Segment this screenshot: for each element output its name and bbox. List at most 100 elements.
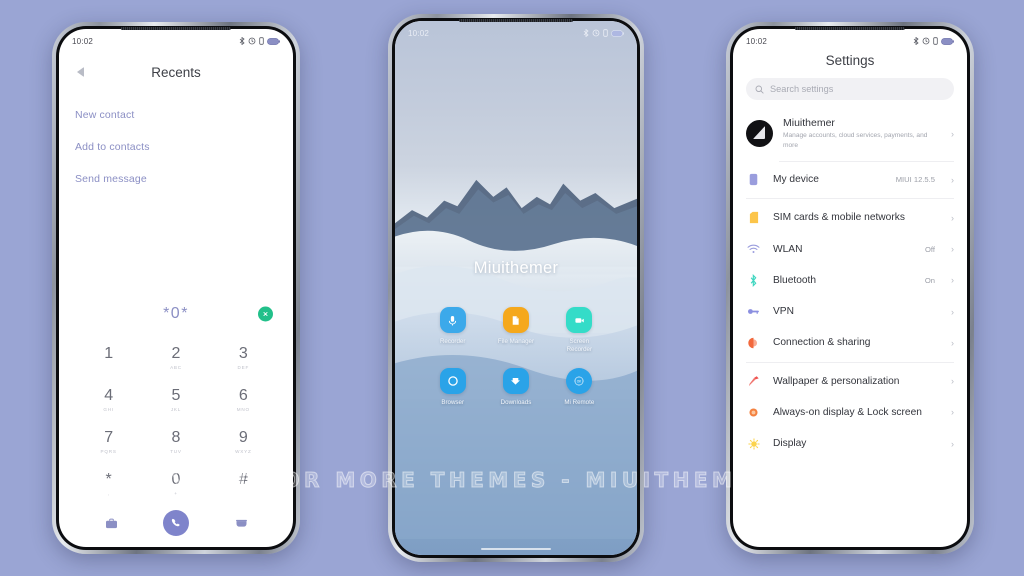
settings-row-label: Wallpaper & personalization — [773, 375, 900, 387]
wallpaper-label: Miuithemer — [473, 259, 559, 277]
dialpad-key-9[interactable]: 9 WXYZ — [210, 421, 277, 463]
settings-row-bluetooth[interactable]: Bluetooth On › — [733, 265, 967, 296]
status-icons — [239, 37, 280, 45]
settings-row-wallpaper[interactable]: Wallpaper & personalization › — [733, 366, 967, 397]
settings-row-label: WLAN — [773, 243, 803, 255]
dialpad-key-8[interactable]: 8 TUV — [142, 421, 209, 463]
app-screen-recorder[interactable]: Screen Recorder — [548, 307, 611, 354]
wifi-icon — [746, 244, 761, 254]
chevron-right-icon: › — [951, 337, 954, 348]
account-row[interactable]: Miuithemer Manage accounts, cloud servic… — [733, 108, 967, 159]
aod-lock-icon — [746, 407, 761, 418]
app-mi-remote[interactable]: OK Mi Remote — [548, 368, 611, 407]
key-digit: 2 — [171, 344, 181, 362]
svg-text:OK: OK — [577, 380, 582, 384]
keypad-toggle-icon[interactable] — [233, 515, 249, 531]
key-digit: 9 — [238, 428, 248, 446]
earpiece-grille — [120, 27, 232, 30]
status-time: 10:02 — [746, 36, 768, 46]
app-recorder[interactable]: Recorder — [421, 307, 484, 354]
settings-row-label: SIM cards & mobile networks — [773, 212, 905, 224]
settings-row-wlan[interactable]: WLAN Off › — [733, 234, 967, 265]
app-file-manager[interactable]: File Manager — [484, 307, 547, 354]
settings-row-display[interactable]: Display › — [733, 428, 967, 459]
sim-card-icon — [746, 211, 761, 224]
app-grid: Recorder File Manager Screen Recorder Br… — [395, 307, 637, 408]
chevron-right-icon: › — [951, 275, 954, 286]
action-new-contact[interactable]: New contact — [59, 99, 293, 131]
settings-row-label: My device — [773, 174, 819, 186]
status-icons — [913, 37, 954, 45]
dialer-bottom-bar — [59, 505, 293, 547]
account-subtitle: Manage accounts, cloud services, payment… — [783, 132, 928, 149]
call-button[interactable] — [163, 510, 189, 536]
key-digit: 6 — [238, 386, 248, 404]
chevron-right-icon: › — [951, 438, 954, 449]
battery-icon — [611, 29, 624, 37]
downloads-icon — [502, 368, 529, 395]
bluetooth-icon — [913, 37, 919, 45]
vibrate-icon — [933, 37, 938, 45]
dialpad-key-3[interactable]: 3 DEF — [210, 337, 277, 379]
dialer-screen: 10:02 Recents New contact Add to contact… — [59, 29, 293, 547]
app-browser[interactable]: Browser — [421, 368, 484, 407]
dialpad-key-star[interactable]: *, — [75, 463, 142, 505]
app-label: Browser — [441, 399, 465, 407]
key-letters: JKL — [170, 406, 182, 412]
vibrate-icon — [603, 29, 608, 37]
dialpad-key-4[interactable]: 4 GHI — [75, 379, 142, 421]
key-letters: WXYZ — [235, 448, 252, 454]
settings-row-sim-cards[interactable]: SIM cards & mobile networks › — [733, 202, 967, 233]
status-bar: 10:02 — [395, 21, 637, 41]
dialpad-key-hash[interactable]: # — [210, 463, 277, 505]
key-digit: 3 — [238, 344, 248, 362]
chevron-right-icon: › — [951, 244, 954, 255]
vibrate-icon — [259, 37, 264, 45]
app-label: Mi Remote — [564, 399, 595, 407]
chevron-right-icon: › — [951, 407, 954, 418]
contacts-icon[interactable] — [103, 515, 119, 531]
mi-remote-icon: OK — [566, 368, 593, 395]
phone-bezel: 10:02 Miuithemer Recorder File Manager S… — [392, 18, 640, 558]
key-digit: 5 — [171, 386, 181, 404]
settings-row-connection-sharing[interactable]: Connection & sharing › — [733, 327, 967, 358]
chevron-right-icon: › — [951, 128, 954, 139]
dialpad-key-2[interactable]: 2 ABC — [142, 337, 209, 379]
back-arrow-icon[interactable] — [73, 65, 87, 79]
dialpad-key-6[interactable]: 6 MNO — [210, 379, 277, 421]
settings-row-label: Bluetooth — [773, 274, 817, 286]
wallpaper — [395, 21, 637, 555]
settings-row-label: VPN — [773, 306, 794, 318]
connection-sharing-icon — [746, 337, 761, 349]
dialpad-key-0[interactable]: 0 + — [142, 463, 209, 505]
search-icon — [755, 85, 764, 94]
key-digit: # — [238, 470, 248, 488]
settings-row-my-device[interactable]: My device MIUI 12.5.5 › — [733, 164, 967, 195]
phone-dialer: 10:02 Recents New contact Add to contact… — [52, 22, 300, 554]
settings-row-vpn[interactable]: VPN › — [733, 296, 967, 327]
delete-icon[interactable] — [258, 306, 273, 322]
key-letters: DEF — [237, 364, 250, 370]
status-time: 10:02 — [408, 28, 430, 38]
gesture-bar[interactable] — [481, 547, 551, 550]
bluetooth-icon — [583, 29, 589, 37]
key-digit: 8 — [171, 428, 181, 446]
settings-row-value: On — [924, 275, 935, 285]
battery-icon — [267, 37, 280, 45]
dialer-header: Recents — [59, 51, 293, 93]
action-send-message[interactable]: Send message — [59, 163, 293, 195]
key-digit: * — [105, 470, 112, 488]
app-downloads[interactable]: Downloads — [484, 368, 547, 407]
settings-row-aod-lock-screen[interactable]: Always-on display & Lock screen › — [733, 397, 967, 428]
key-digit: 0 — [171, 470, 181, 488]
dialed-number[interactable]: *0* — [163, 305, 189, 323]
action-add-to-contacts[interactable]: Add to contacts — [59, 131, 293, 163]
search-settings-bar[interactable]: Search settings — [746, 78, 954, 100]
dialpad-key-1[interactable]: 1 — [75, 337, 142, 379]
dialpad-key-5[interactable]: 5 JKL — [142, 379, 209, 421]
dialpad-key-7[interactable]: 7 PQRS — [75, 421, 142, 463]
browser-icon — [439, 368, 466, 395]
chevron-right-icon: › — [951, 212, 954, 223]
avatar — [746, 120, 773, 148]
app-label: Recorder — [439, 338, 466, 345]
